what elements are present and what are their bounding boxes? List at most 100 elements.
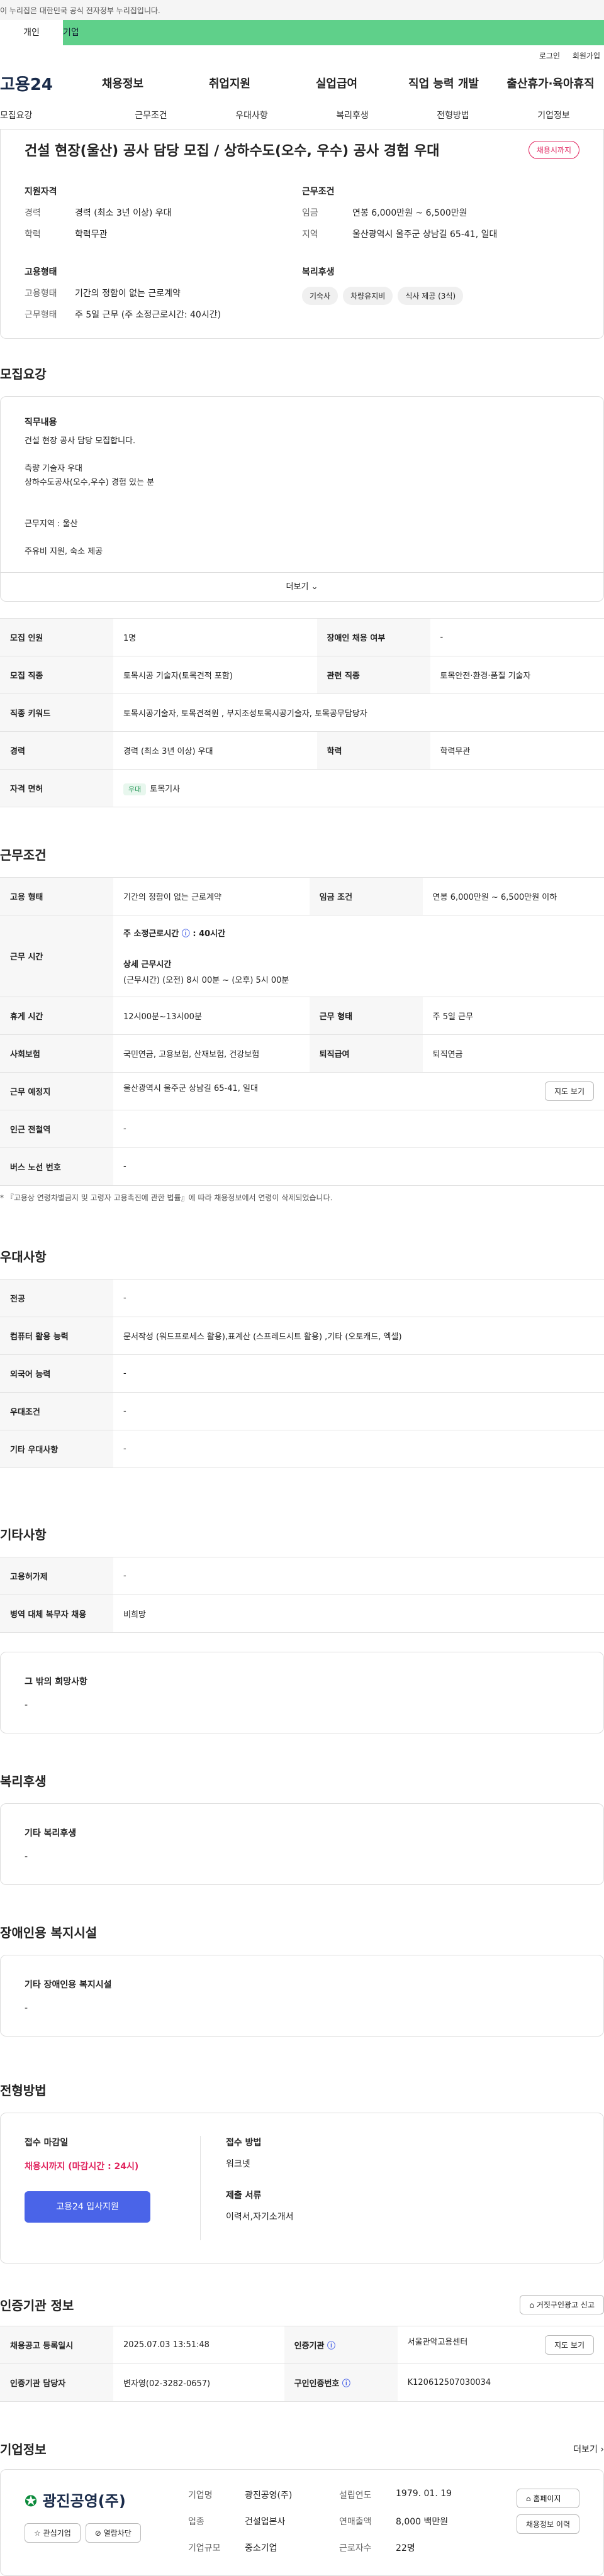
cell-label: 휴게 시간	[0, 997, 113, 1035]
gnb-jobs[interactable]: 채용정보	[69, 75, 176, 91]
info-label: 설립연도	[339, 2489, 396, 2504]
cell-label: 모집 인원	[0, 619, 113, 656]
home-icon: ⌂	[526, 2494, 531, 2503]
info-label: 기업명	[188, 2489, 245, 2504]
info-label: 연매출액	[339, 2515, 396, 2530]
cell-value: 서울관악고용센터지도 보기	[398, 2326, 604, 2364]
gnb-support[interactable]: 취업지원	[176, 75, 283, 91]
welfare-chip: 기숙사	[302, 287, 338, 305]
cell-value: -	[113, 1148, 604, 1186]
subnav-welfare[interactable]: 복리후생	[302, 102, 403, 129]
pref-heading: 우대사항	[0, 1247, 604, 1265]
pref-table: 전공- 컴퓨터 활용 능력문서작성 (워드프로세스 활용),표계산 (스프레드시…	[0, 1279, 604, 1468]
cell-value: 주 소정근로시간 ⓘ : 40시간 상세 근무시간 (근무시간) (오전) 8시…	[113, 915, 604, 997]
cell-label: 우대조건	[0, 1393, 113, 1430]
homepage-button[interactable]: ⌂ 홈페이지	[517, 2489, 579, 2508]
tab-personal[interactable]: 개인	[0, 20, 63, 45]
cell-value: K120612507030034	[398, 2364, 604, 2402]
etype-value: 기간의 정함이 없는 근로계약	[75, 287, 181, 299]
info-label: 근로자수	[339, 2541, 396, 2557]
cell-label: 고용 형태	[0, 878, 113, 915]
career-label: 경력	[25, 206, 75, 219]
cell-value: 토목시공기술자, 토목견적원 , 부지조성토목시공기술자, 토목공무담당자	[113, 694, 604, 732]
job-desc-heading: 직무내용	[25, 416, 579, 428]
etc-box-label: 그 밖의 희망사항	[25, 1675, 579, 1688]
job-desc-line: 주유비 지원, 숙소 제공	[25, 545, 579, 559]
cell-value: 경력 (최소 3년 이상) 우대	[113, 732, 317, 770]
welfare-label: 기타 복리후생	[25, 1827, 579, 1839]
cell-label: 컴퓨터 활용 능력	[0, 1317, 113, 1355]
info-icon[interactable]: ⓘ	[327, 2341, 335, 2351]
gnb-benefit[interactable]: 실업급여	[283, 75, 390, 91]
job-desc-line: 상하수도공사(오수,우수) 경험 있는 분	[25, 476, 579, 490]
emp-heading: 고용형태	[25, 265, 302, 278]
subnav-conditions[interactable]: 근무조건	[101, 102, 201, 129]
apply-button[interactable]: 고용24 입사지원	[25, 2191, 150, 2223]
gnb-leave[interactable]: 출산휴가·육아휴직	[497, 75, 604, 91]
chevron-down-icon: ⌄	[311, 582, 318, 592]
cell-label: 병역 대체 복무자 채용	[0, 1595, 113, 1633]
cell-label: 기타 우대사항	[0, 1430, 113, 1468]
more-button[interactable]: 더보기 ⌄	[1, 572, 603, 601]
login-link[interactable]: 로그인	[539, 52, 560, 60]
info-icon[interactable]: ⓘ	[182, 929, 190, 939]
job-title: 건설 현장(울산) 공사 담당 모집 / 상하수도(오수, 우수) 공사 경험 …	[25, 140, 439, 160]
site-logo[interactable]: 고용24	[0, 72, 69, 95]
company-more-link[interactable]: 더보기 ›	[573, 2443, 604, 2455]
cell-value: 퇴직연금	[423, 1035, 604, 1073]
company-heading: 기업정보	[0, 2440, 47, 2458]
cell-label: 인증기관 ⓘ	[284, 2326, 398, 2364]
info-icon[interactable]: ⓘ	[342, 2379, 350, 2389]
cell-label: 근무 시간	[0, 915, 113, 997]
cell-label: 자격 면허	[0, 770, 113, 807]
cell-label: 관련 직종	[317, 656, 430, 694]
info-value: 22명	[396, 2541, 490, 2557]
method-value: 워크넷	[226, 2157, 294, 2170]
welfare-heading: 복리후생	[302, 265, 579, 278]
etc-heading: 기타사항	[0, 1525, 604, 1543]
tab-company[interactable]: 기업	[63, 20, 604, 45]
info-value: 건설업본사	[245, 2515, 339, 2530]
subnav-process[interactable]: 전형방법	[403, 102, 503, 129]
apply-box: 접수 마감일 채용시까지 (마감시간 : 24시) 고용24 입사지원 접수 방…	[0, 2113, 604, 2264]
signup-link[interactable]: 회원가입	[573, 52, 600, 60]
wtype-label: 근무형태	[25, 308, 75, 321]
cell-value: -	[113, 1393, 604, 1430]
cell-value: 국민연금, 고용보험, 산재보험, 건강보험	[113, 1035, 310, 1073]
report-button[interactable]: ⌂ 거짓구인광고 신고	[520, 2295, 604, 2314]
cell-value: 비희망	[113, 1595, 604, 1633]
area-value: 울산광역시 울주군 상남길 65-41, 일대	[352, 228, 497, 240]
job-desc-line: 측량 기술자 우대	[25, 462, 579, 476]
disability-label: 기타 장애인용 복지시설	[25, 1978, 579, 1991]
subnav-recruit[interactable]: 모집요강	[0, 102, 101, 129]
cell-label: 구인인증번호 ⓘ	[284, 2364, 398, 2402]
block-button[interactable]: ⊘ 열람차단	[86, 2523, 141, 2543]
etc-box-value: -	[25, 1700, 579, 1710]
deadline-label: 접수 마감일	[25, 2136, 200, 2148]
cell-value: 연봉 6,000만원 ~ 6,500만원 이하	[423, 878, 604, 915]
cell-label: 채용공고 등록일시	[0, 2326, 113, 2364]
utility-links: 로그인 회원가입	[0, 45, 604, 64]
welfare-box: 기타 복리후생 -	[0, 1803, 604, 1885]
job-desc-line: 근무지역 : 울산	[25, 517, 579, 531]
cell-label: 인증기관 담당자	[0, 2364, 113, 2402]
map-button[interactable]: 지도 보기	[545, 1081, 594, 1101]
subnav-preference[interactable]: 우대사항	[201, 102, 302, 129]
map-button[interactable]: 지도 보기	[545, 2335, 594, 2355]
gnb-training[interactable]: 직업 능력 개발	[390, 75, 497, 91]
cell-value: -	[430, 619, 604, 656]
job-desc-box: 직무내용 건설 현장 공사 담당 모집합니다. 측량 기술자 우대 상하수도공사…	[0, 396, 604, 602]
deadline-value: 채용시까지 (마감시간 : 24시)	[25, 2160, 200, 2172]
edu-label: 학력	[25, 228, 75, 240]
subnav-company[interactable]: 기업정보	[503, 102, 604, 129]
cell-label: 직종 키워드	[0, 694, 113, 732]
cond-table: 고용 형태기간의 정함이 없는 근로계약임금 조건연봉 6,000만원 ~ 6,…	[0, 877, 604, 1186]
area-label: 지역	[302, 228, 352, 240]
cell-label: 임금 조건	[310, 878, 423, 915]
disability-heading: 장애인용 복지시설	[0, 1923, 604, 1941]
cell-label: 사회보험	[0, 1035, 113, 1073]
history-button[interactable]: 채용정보 이력	[517, 2514, 579, 2534]
favorite-button[interactable]: ☆ 관심기업	[25, 2523, 81, 2543]
cell-value: 12시00분~13시00분	[113, 997, 310, 1035]
cell-value: 2025.07.03 13:51:48	[113, 2326, 284, 2364]
